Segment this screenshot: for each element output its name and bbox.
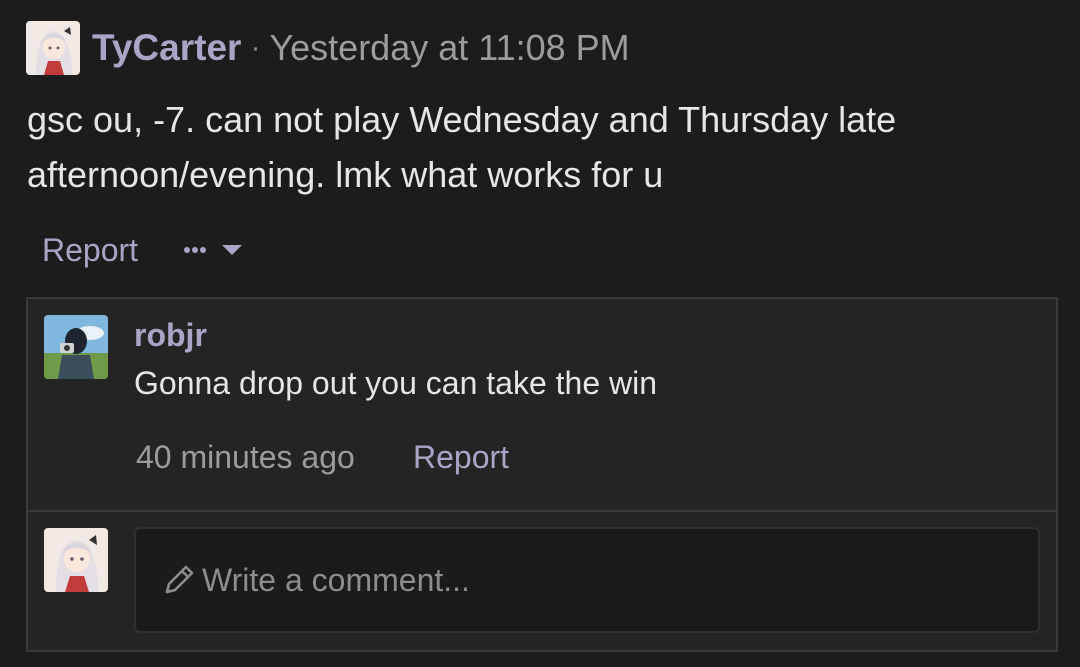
- comments-section: robjr Gonna drop out you can take the wi…: [26, 297, 1058, 652]
- post: TyCarter · Yesterday at 11:08 PM gsc ou,…: [0, 0, 1080, 667]
- reply-author[interactable]: robjr: [134, 317, 207, 354]
- reply-timestamp[interactable]: 40 minutes ago: [136, 439, 355, 476]
- post-author[interactable]: TyCarter: [92, 27, 241, 69]
- reply-comment: robjr Gonna drop out you can take the wi…: [28, 299, 1056, 512]
- composer-avatar: [44, 528, 108, 592]
- separator-dot: ·: [250, 31, 261, 64]
- report-link[interactable]: Report: [42, 232, 138, 269]
- post-body: gsc ou, -7. can not play Wednesday and T…: [27, 99, 897, 195]
- comment-input[interactable]: Write a comment...: [134, 527, 1040, 633]
- avatar-image: [26, 21, 80, 75]
- avatar[interactable]: [26, 21, 80, 75]
- post-header: TyCarter · Yesterday at 11:08 PM: [26, 20, 630, 76]
- post-timestamp[interactable]: Yesterday at 11:08 PM: [269, 27, 629, 69]
- ellipsis-dropdown-icon[interactable]: [182, 240, 244, 260]
- post-actions: Report: [42, 228, 244, 272]
- reply-avatar-image: [44, 315, 108, 379]
- reply-report-link[interactable]: Report: [413, 439, 509, 476]
- reply-text: Gonna drop out you can take the win: [134, 365, 658, 401]
- comment-composer: Write a comment...: [28, 512, 1056, 650]
- composer-avatar-image: [44, 528, 108, 592]
- pencil-icon: [165, 565, 194, 594]
- comment-placeholder: Write a comment...: [202, 561, 470, 598]
- reply-avatar[interactable]: [44, 315, 108, 379]
